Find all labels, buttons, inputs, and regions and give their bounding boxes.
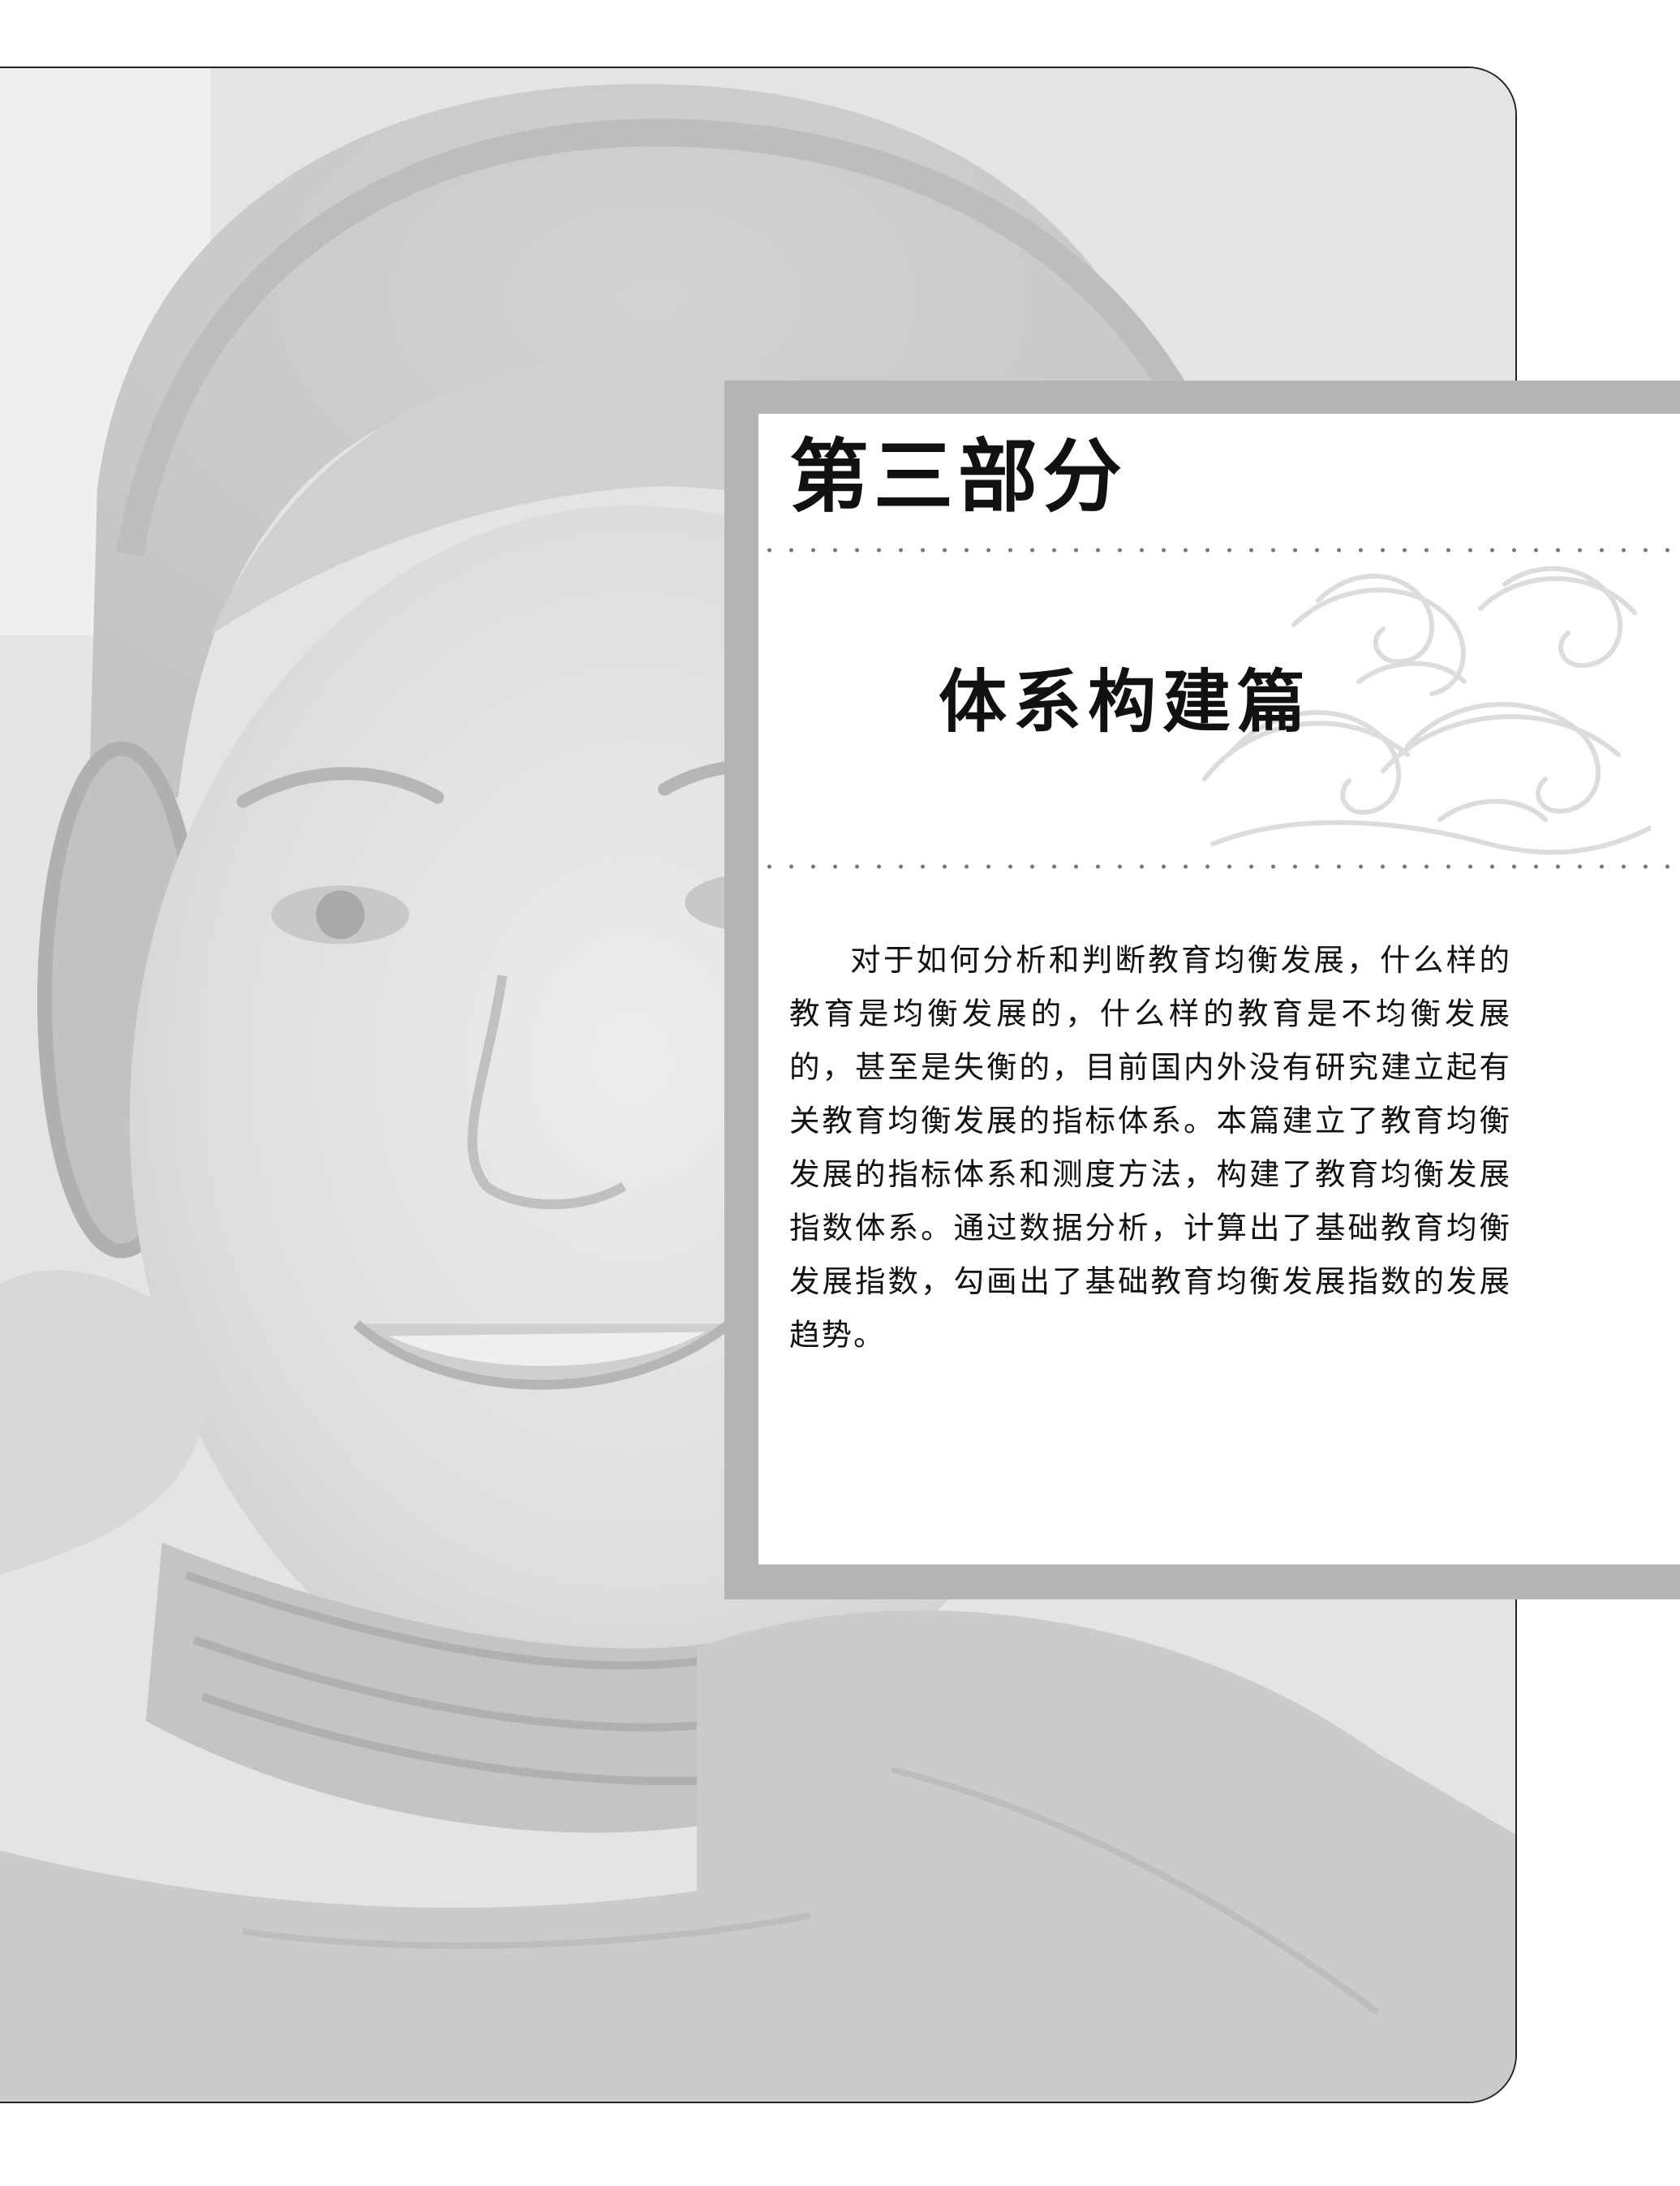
- intro-paragraph: 对于如何分析和判断教育均衡发展，什么样的教育是均衡发展的，什么样的教育是不均衡发…: [789, 942, 1511, 1353]
- title-panel: 第三部分 体系构建篇 对于如何分析和判断教育均衡发展，什么样的教育是均衡发展的，…: [758, 414, 1680, 1564]
- dotted-divider-bottom: [758, 864, 1680, 869]
- section-title: 体系构建篇: [939, 661, 1313, 742]
- part-label: 第三部分: [789, 431, 1128, 523]
